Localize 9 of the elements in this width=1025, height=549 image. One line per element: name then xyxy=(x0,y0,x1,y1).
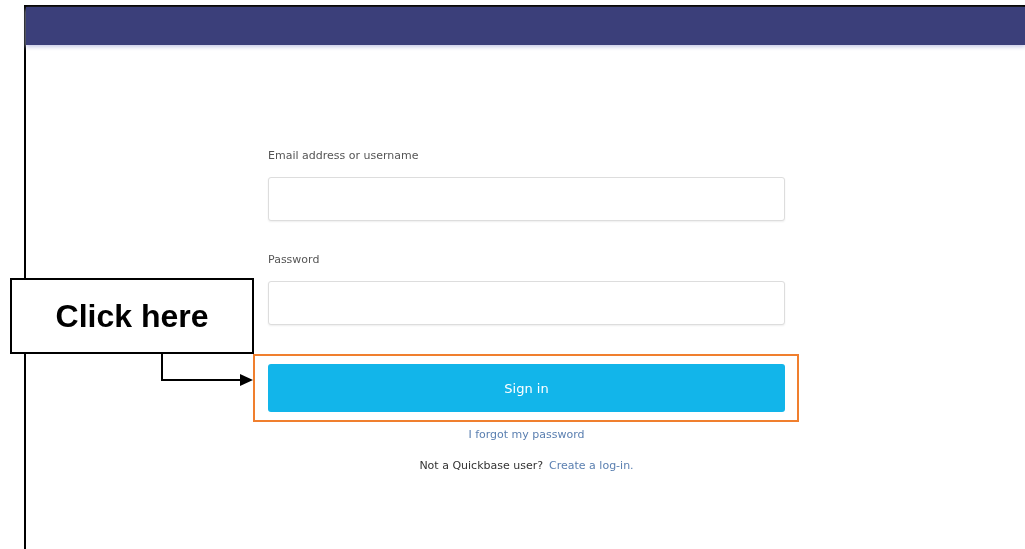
field-label: Password xyxy=(268,253,321,266)
callout-label: Click here xyxy=(10,278,254,354)
input-field[interactable] xyxy=(268,281,785,325)
signup-prompt: Not a Quickbase user? xyxy=(419,459,544,472)
sign-in-button[interactable]: Sign in xyxy=(268,364,785,412)
create-login-link[interactable]: Create a log-in. xyxy=(549,459,634,472)
input-field[interactable] xyxy=(268,177,785,221)
field-label: Email address or username xyxy=(268,149,420,162)
forgot-password-link[interactable]: I forgot my password xyxy=(468,428,585,441)
